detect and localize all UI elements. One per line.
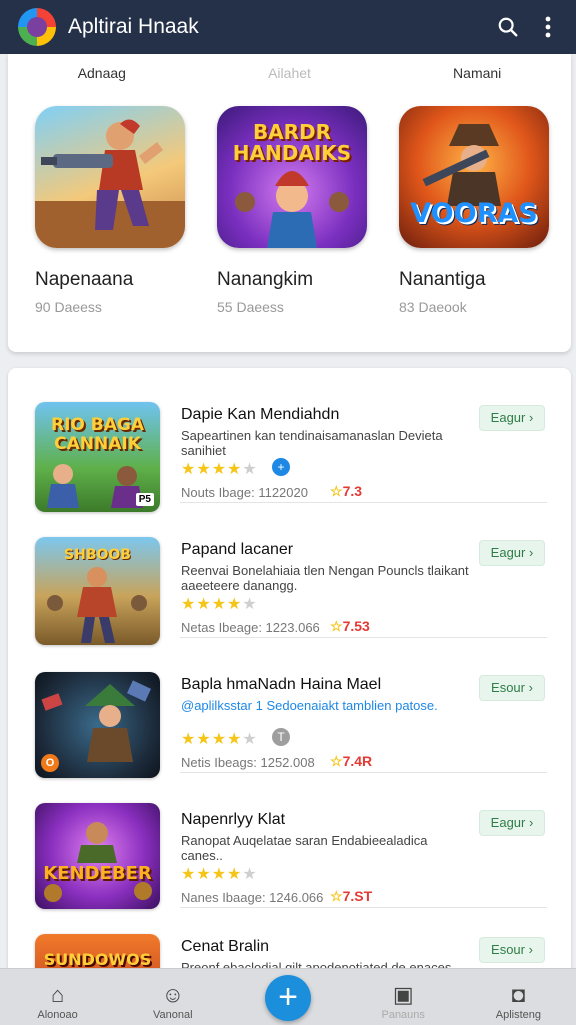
star-icon: ☆ bbox=[330, 618, 343, 634]
add-button[interactable]: + bbox=[265, 975, 311, 1021]
get-button[interactable]: Eagur › bbox=[479, 405, 545, 431]
app-score: ☆7.ST bbox=[330, 888, 372, 905]
nav-label: Panauns bbox=[381, 1009, 425, 1021]
app-title[interactable]: Dapie Kan Mendiahdn bbox=[181, 406, 339, 424]
tab-3[interactable]: Namani bbox=[383, 65, 571, 81]
featured-card: Adnaag Ailahet Namani Napenaana 90 Daees… bbox=[8, 54, 571, 352]
star-icon: ☆ bbox=[330, 888, 343, 904]
list-item[interactable]: SHBOOB Papand lacaner Reenvai Bonelahiai… bbox=[8, 503, 571, 645]
rating-stars: ★★★★★ bbox=[181, 866, 258, 883]
app-list: RIO BAGA CANNAIK P5 Dapie Kan Mendiahdn … bbox=[8, 368, 571, 988]
featured-game-image[interactable] bbox=[35, 106, 185, 248]
featured-game-image[interactable]: VOORAS bbox=[399, 106, 549, 248]
get-button[interactable]: Esour › bbox=[479, 675, 545, 701]
app-icon-image[interactable]: O bbox=[35, 672, 160, 778]
search-button[interactable] bbox=[488, 7, 528, 47]
tab-2[interactable]: Ailahet bbox=[196, 65, 384, 81]
get-button-label: Esour bbox=[491, 942, 525, 957]
featured-name: Napenaana bbox=[35, 269, 134, 290]
app-meta: Nanes Ibaage: 1246.066 bbox=[181, 890, 324, 905]
app-title[interactable]: Cenat Bralin bbox=[181, 938, 269, 956]
app-bar: Apltirai Hnaak bbox=[0, 0, 576, 54]
app-title: Apltirai Hnaak bbox=[68, 15, 199, 38]
profile-icon: ☺ bbox=[161, 982, 185, 1007]
featured-name: Nanantiga bbox=[399, 269, 486, 290]
get-button-label: Esour bbox=[491, 680, 525, 695]
app-description: Sapeartinen kan tendinaisamanaslan Devie… bbox=[181, 428, 443, 458]
app-title[interactable]: Papand lacaner bbox=[181, 541, 293, 559]
featured-list: Napenaana 90 Daeess BARDR HANDAIKS Nanan… bbox=[8, 92, 571, 315]
get-button[interactable]: Eagur › bbox=[479, 540, 545, 566]
score-value: 7.ST bbox=[342, 888, 373, 904]
featured-item[interactable]: VOORAS Nanantiga 83 Daeook bbox=[399, 106, 549, 315]
app-description: Reenvai Bonelahiaia tlen Nengan Pouncls … bbox=[181, 563, 469, 593]
app-icon-image[interactable]: SHBOOB bbox=[35, 537, 160, 645]
list-item[interactable]: O Bapla hmaNadn Haina Mael @aplilksstar … bbox=[8, 638, 571, 778]
app-icon-image[interactable]: RIO BAGA CANNAIK P5 bbox=[35, 402, 160, 512]
nav-bag[interactable]: ▣ Panauns bbox=[346, 969, 461, 1025]
featured-sub: 83 Daeook bbox=[399, 299, 467, 315]
app-description: @aplilksstar 1 Sedoenaiakt tamblien pato… bbox=[181, 698, 438, 713]
rating-stars: ★★★★★ bbox=[181, 731, 258, 748]
verified-icon: + bbox=[272, 458, 290, 476]
nav-apps[interactable]: ◘ Aplisteng bbox=[461, 969, 576, 1025]
get-button-label: Eagur bbox=[490, 815, 526, 830]
featured-sub: 90 Daeess bbox=[35, 299, 102, 315]
app-icon-image[interactable]: KENDEBER bbox=[35, 803, 160, 909]
featured-sub: 55 Daeess bbox=[217, 299, 284, 315]
home-icon: ⌂ bbox=[50, 982, 65, 1007]
square-icon: ◘ bbox=[511, 982, 526, 1007]
list-item[interactable]: RIO BAGA CANNAIK P5 Dapie Kan Mendiahdn … bbox=[8, 368, 571, 512]
more-vert-icon bbox=[545, 16, 551, 38]
score-value: 7.4R bbox=[342, 753, 373, 769]
nav-label: Alonoao bbox=[37, 1009, 78, 1021]
nav-label: Aplisteng bbox=[495, 1009, 542, 1021]
app-meta: Nouts Ibage: 1122020 bbox=[181, 485, 308, 500]
search-icon bbox=[498, 17, 518, 37]
list-item[interactable]: KENDEBER Napenrlyy Klat Ranopat Auqelata… bbox=[8, 773, 571, 909]
get-button-label: Eagur bbox=[490, 410, 526, 425]
app-score: ☆7.3 bbox=[330, 483, 362, 500]
hero-art bbox=[47, 567, 147, 643]
star-icon: ☆ bbox=[330, 483, 343, 499]
featured-item[interactable]: Napenaana 90 Daeess bbox=[35, 106, 185, 315]
app-logo bbox=[18, 8, 56, 46]
nav-home[interactable]: ⌂ Alonoao bbox=[0, 969, 115, 1025]
tab-bar: Adnaag Ailahet Namani bbox=[8, 54, 571, 92]
app-art-title: KENDEBER bbox=[43, 863, 152, 884]
app-meta: Netis Ibeags: 1252.008 bbox=[181, 755, 315, 770]
featured-name: Nanangkim bbox=[217, 269, 314, 290]
rating-stars: ★★★★★ bbox=[181, 596, 258, 613]
app-title[interactable]: Bapla hmaNadn Haina Mael bbox=[181, 676, 381, 694]
bag-icon: ▣ bbox=[392, 982, 414, 1007]
score-value: 7.53 bbox=[342, 618, 370, 634]
verified-icon: T bbox=[272, 728, 290, 746]
app-meta: Netas Ibeage: 1223.066 bbox=[181, 620, 320, 635]
app-score: ☆7.4R bbox=[330, 753, 372, 770]
hero-art bbox=[235, 171, 349, 248]
get-button-label: Eagur bbox=[490, 545, 526, 560]
add-icon: + bbox=[278, 978, 298, 1016]
tab-1[interactable]: Adnaag bbox=[8, 65, 196, 81]
featured-game-image[interactable]: BARDR HANDAIKS bbox=[217, 106, 367, 248]
hero-art bbox=[44, 822, 152, 902]
rating-stars: ★★★★★ bbox=[181, 461, 258, 478]
nav-profile[interactable]: ☺ Vanonal bbox=[115, 969, 230, 1025]
nav-label: Vanonal bbox=[153, 1009, 193, 1021]
hero-art bbox=[35, 119, 185, 248]
app-title[interactable]: Napenrlyy Klat bbox=[181, 811, 285, 829]
app-description: Ranopat Auqelatae saran Endabieealadica … bbox=[181, 833, 428, 863]
featured-item[interactable]: BARDR HANDAIKS Nanangkim 55 Daeess bbox=[217, 106, 367, 315]
featured-art-title: VOORAS bbox=[410, 198, 538, 229]
get-button[interactable]: Esour › bbox=[479, 937, 545, 963]
more-button[interactable] bbox=[528, 7, 568, 47]
app-score: ☆7.53 bbox=[330, 618, 370, 635]
app-corner-badge: O bbox=[41, 754, 59, 772]
score-value: 7.3 bbox=[342, 483, 363, 499]
app-art-title: SUNDOWOS bbox=[43, 950, 152, 969]
get-button[interactable]: Eagur › bbox=[479, 810, 545, 836]
star-icon: ☆ bbox=[330, 753, 343, 769]
